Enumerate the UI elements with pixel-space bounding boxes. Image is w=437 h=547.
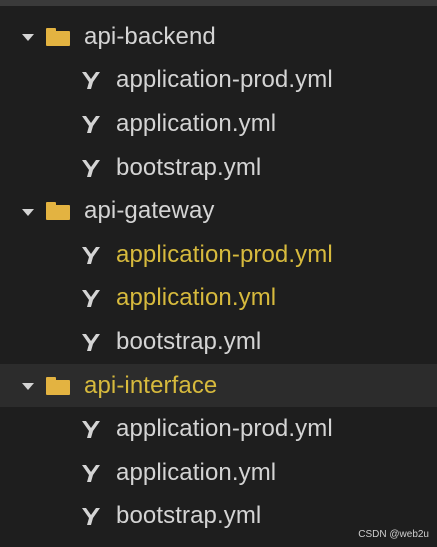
folder-label: api-backend bbox=[84, 22, 216, 50]
yaml-icon bbox=[78, 505, 104, 527]
file-row[interactable]: application.yml bbox=[0, 277, 437, 321]
chevron-down-icon[interactable] bbox=[22, 208, 34, 216]
file-explorer-tree: api-backend application-prod.yml applica… bbox=[0, 15, 437, 538]
file-label: bootstrap.yml bbox=[116, 502, 262, 530]
chevron-down-icon[interactable] bbox=[22, 34, 34, 42]
yaml-icon bbox=[78, 331, 104, 353]
yaml-icon bbox=[78, 69, 104, 91]
chevron-down-icon[interactable] bbox=[22, 383, 34, 391]
yaml-icon bbox=[78, 462, 104, 484]
yaml-icon bbox=[78, 157, 104, 179]
file-row[interactable]: application-prod.yml bbox=[0, 233, 437, 277]
file-row[interactable]: application-prod.yml bbox=[0, 407, 437, 451]
file-label: application-prod.yml bbox=[116, 415, 333, 443]
file-row[interactable]: application.yml bbox=[0, 451, 437, 495]
file-label-modified: application.yml bbox=[116, 284, 277, 312]
folder-label-modified: api-interface bbox=[84, 371, 218, 399]
folder-icon bbox=[46, 27, 70, 46]
yaml-icon bbox=[78, 244, 104, 266]
file-row[interactable]: bootstrap.yml bbox=[0, 146, 437, 190]
file-label-modified: application-prod.yml bbox=[116, 240, 333, 268]
yaml-icon bbox=[78, 113, 104, 135]
file-label: application.yml bbox=[116, 109, 277, 137]
file-label: application-prod.yml bbox=[116, 66, 333, 94]
folder-row-api-gateway[interactable]: api-gateway bbox=[0, 189, 437, 233]
folder-row-api-interface[interactable]: api-interface bbox=[0, 363, 437, 408]
file-row[interactable]: application-prod.yml bbox=[0, 59, 437, 103]
yaml-icon bbox=[78, 418, 104, 440]
file-label: bootstrap.yml bbox=[116, 327, 262, 355]
file-row[interactable]: application.yml bbox=[0, 102, 437, 146]
folder-row-api-backend[interactable]: api-backend bbox=[0, 15, 437, 59]
folder-icon bbox=[46, 202, 70, 221]
folder-icon bbox=[46, 376, 70, 395]
top-border bbox=[0, 0, 437, 6]
file-label: application.yml bbox=[116, 458, 277, 486]
watermark: CSDN @web2u bbox=[358, 529, 429, 540]
file-label: bootstrap.yml bbox=[116, 153, 262, 181]
file-row[interactable]: bootstrap.yml bbox=[0, 320, 437, 364]
yaml-icon bbox=[78, 287, 104, 309]
folder-label: api-gateway bbox=[84, 197, 215, 225]
